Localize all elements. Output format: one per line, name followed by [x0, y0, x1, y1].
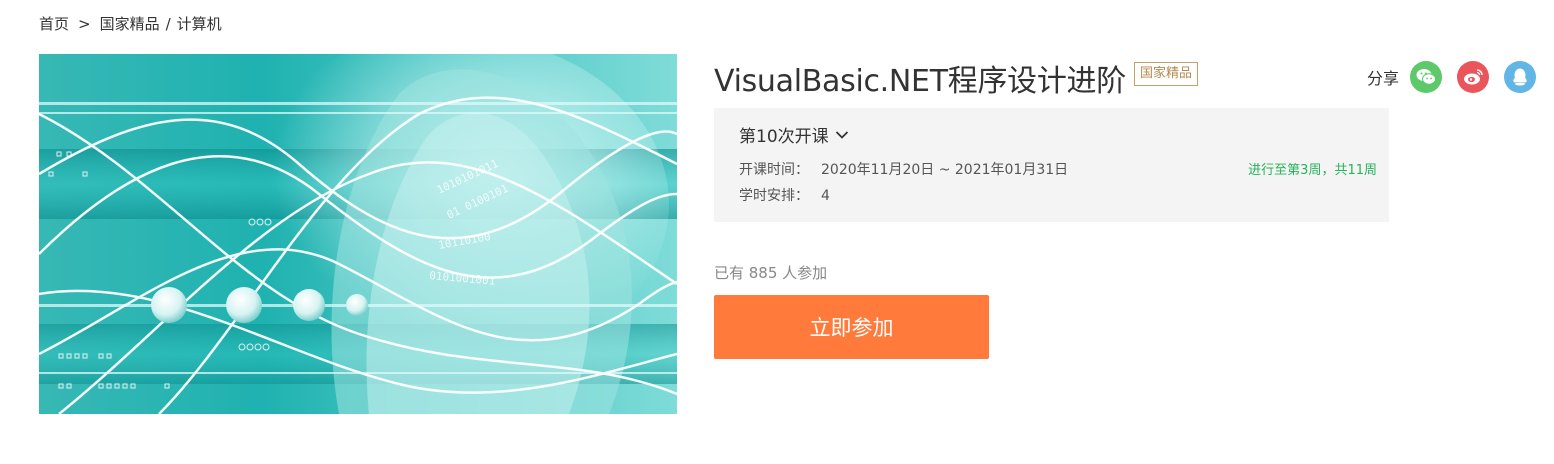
- weibo-icon: [1464, 69, 1483, 85]
- breadcrumb-home-link[interactable]: 首页: [39, 13, 69, 34]
- course-title: VisualBasic.NET程序设计进阶: [714, 64, 1126, 99]
- breadcrumb-separator: >: [78, 14, 91, 33]
- breadcrumb-category-link[interactable]: 国家精品: [100, 13, 160, 34]
- term-hours-label: 学时安排：: [739, 188, 809, 204]
- join-course-button[interactable]: 立即参加: [714, 295, 989, 359]
- share-label: 分享: [1367, 69, 1400, 88]
- term-hours-row: 学时安排： 4: [739, 185, 830, 205]
- term-selector[interactable]: 第10次开课: [739, 122, 849, 147]
- national-quality-badge: 国家精品: [1133, 62, 1198, 86]
- qq-icon: [1513, 68, 1527, 86]
- weibo-share-button[interactable]: [1457, 61, 1490, 93]
- share-bar: 分享: [1367, 61, 1537, 93]
- qq-share-button[interactable]: [1504, 61, 1537, 93]
- course-cover-image: 1010101011 01 0100101 10110100 010100100…: [39, 54, 677, 414]
- wechat-icon: [1416, 69, 1437, 85]
- term-progress-status: 进行至第3周，共11周: [1248, 163, 1377, 178]
- breadcrumb-subcategory-link[interactable]: 计算机: [177, 13, 222, 34]
- term-time-label: 开课时间：: [739, 162, 809, 178]
- term-selector-label: 第10次开课: [739, 127, 829, 147]
- breadcrumb-slash: /: [165, 14, 171, 33]
- term-info-panel: 第10次开课 开课时间： 2020年11月20日 ~ 2021年01月31日 学时…: [714, 108, 1389, 222]
- wechat-share-button[interactable]: [1410, 61, 1443, 93]
- course-title-row: VisualBasic.NET程序设计进阶 国家精品: [714, 56, 1198, 100]
- enroll-count: 已有 885 人参加: [714, 264, 828, 282]
- term-time-row: 开课时间： 2020年11月20日 ~ 2021年01月31日: [739, 159, 1068, 179]
- term-time-value: 2020年11月20日 ~ 2021年01月31日: [821, 162, 1069, 178]
- breadcrumb: 首页 > 国家精品 / 计算机: [39, 13, 222, 34]
- chevron-down-icon: [835, 130, 848, 139]
- term-hours-value: 4: [821, 188, 830, 204]
